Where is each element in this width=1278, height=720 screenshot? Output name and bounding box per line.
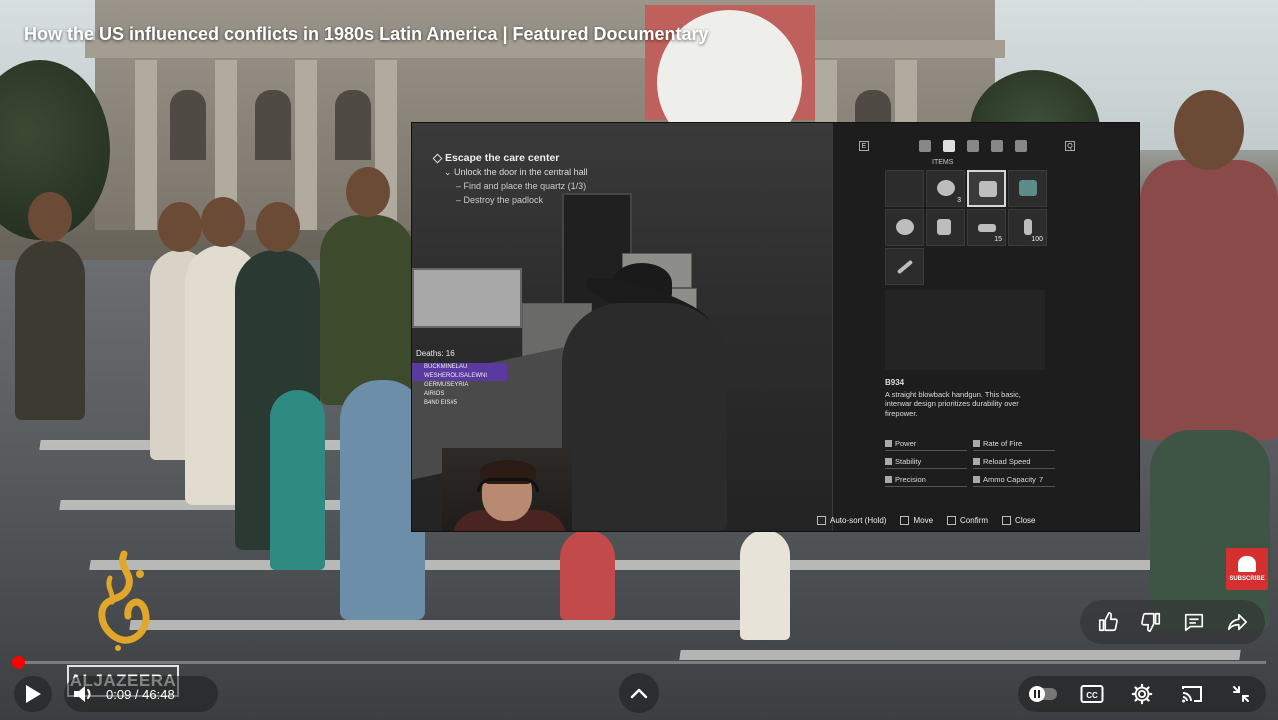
stat-label: Stability (895, 457, 922, 466)
marcher (270, 390, 325, 570)
volume-button[interactable] (72, 683, 96, 705)
game-character (562, 303, 727, 531)
stat-label: Rate of Fire (983, 439, 1023, 448)
hint-label: Close (1015, 516, 1036, 525)
hint-label: Confirm (960, 516, 989, 525)
game-stream-overlay: Escape the care center ⌄ Unlock the door… (411, 122, 1140, 532)
marcher (15, 192, 85, 420)
right-controls: CC (1018, 676, 1266, 712)
chat-row: B4N0 EIS#5 (424, 400, 458, 406)
objective-sub: Unlock the door in the central hall (454, 167, 588, 177)
volume-icon (74, 686, 91, 702)
settings-button[interactable] (1127, 679, 1157, 709)
objective-main: Escape the care center (445, 152, 560, 164)
video-title: How the US influenced conflicts in 1980s… (24, 24, 709, 44)
ammo-capacity-value: 7 (1038, 475, 1044, 484)
inventory-slot: 100 (1008, 209, 1047, 246)
item-name: B934 (885, 378, 905, 387)
time-display: 0:09 / 46:48 (106, 686, 175, 702)
objective-panel: Escape the care center ⌄ Unlock the door… (432, 151, 588, 207)
hint-label: Move (913, 516, 934, 525)
play-icon (26, 685, 41, 703)
control-hints: Auto-sort (Hold) Move Confirm Close (817, 516, 1126, 525)
inventory-slot: 3 (926, 170, 965, 207)
inventory-slot (885, 209, 924, 246)
comment-icon[interactable] (1178, 606, 1210, 638)
file-icon (991, 140, 1003, 152)
inventory-slot (885, 170, 924, 207)
item-description: A straight blowback handgun. This basic,… (885, 389, 1021, 418)
items-icon (943, 140, 955, 152)
subscribe-label: SUBSCRIBE (1229, 576, 1265, 582)
map-icon (919, 140, 931, 152)
save-icon (1015, 140, 1027, 152)
stat-label: Precision (895, 475, 926, 484)
cast-icon (1181, 686, 1202, 703)
diamond-icon (432, 153, 443, 163)
thumbs-up-icon[interactable] (1092, 606, 1124, 638)
objective-step: Destroy the padlock (463, 195, 544, 205)
inventory-slot-selected (967, 170, 1006, 207)
svg-text:CC: CC (1087, 691, 1099, 700)
play-button[interactable] (14, 676, 52, 712)
inventory-grid: 3 15 100 (885, 170, 1047, 285)
exit-fullscreen-icon (1233, 686, 1250, 702)
captions-button[interactable]: CC (1077, 679, 1107, 709)
marcher (320, 167, 415, 405)
objective-step: Find and place the quartz (1/3) (463, 181, 587, 191)
stat-label: Ammo Capacity (983, 475, 1036, 484)
progress-bar[interactable] (12, 656, 1266, 669)
marcher (1140, 90, 1278, 440)
exit-fullscreen-button[interactable] (1226, 679, 1256, 709)
bell-icon (1238, 556, 1256, 572)
aljazeera-logo-icon (98, 550, 150, 651)
marcher (740, 530, 790, 640)
chevron-up-icon (630, 688, 648, 699)
chat-row: GERMUSEYRIA (424, 382, 469, 388)
inventory-slot (885, 248, 924, 285)
inventory-slot (1008, 170, 1047, 207)
captions-icon: CC (1080, 685, 1104, 703)
item-description-panel: B934 A straight blowback handgun. This b… (885, 378, 1045, 418)
inventory-panel: E Q ITEMS 3 15 100 B934 A straight blowb… (817, 123, 1139, 531)
chat-row: AIRIOS (424, 391, 445, 397)
inventory-slot: 15 (967, 209, 1006, 246)
more-videos-button[interactable] (619, 673, 659, 713)
item-stats: Power Rate of Fire Stability Reload Spee… (885, 439, 1055, 487)
subscribe-watermark[interactable]: SUBSCRIBE (1226, 548, 1268, 590)
inventory-slot (926, 209, 965, 246)
chat-row: BUCKMINELAU (412, 363, 507, 372)
stream-chat: BUCKMINELAU WESHEROLISALEWNI GERMUSEYRIA… (412, 363, 507, 408)
share-icon[interactable] (1221, 606, 1253, 638)
death-counter: Deaths: 16 (416, 349, 455, 358)
inventory-tabs: E Q ITEMS (833, 137, 1093, 166)
thumbs-down-icon[interactable] (1135, 606, 1167, 638)
streamer-webcam (442, 448, 572, 531)
settings-icon (1131, 683, 1153, 705)
autoplay-toggle[interactable] (1028, 679, 1058, 709)
stat-label: Reload Speed (983, 457, 1031, 466)
chat-row: WESHEROLISALEWNI (412, 372, 507, 381)
autoplay-toggle-icon (1028, 686, 1057, 702)
actions-bar (1080, 600, 1265, 644)
scrubber-handle[interactable] (12, 656, 25, 669)
cast-button[interactable] (1177, 679, 1207, 709)
marcher (560, 530, 615, 620)
tab-items-label: ITEMS (932, 159, 954, 166)
headset-icon (477, 478, 539, 492)
stat-label: Power (895, 439, 917, 448)
key-icon (967, 140, 979, 152)
hint-label: Auto-sort (Hold) (830, 516, 887, 525)
volume-time-group: 0:09 / 46:48 (64, 676, 218, 712)
